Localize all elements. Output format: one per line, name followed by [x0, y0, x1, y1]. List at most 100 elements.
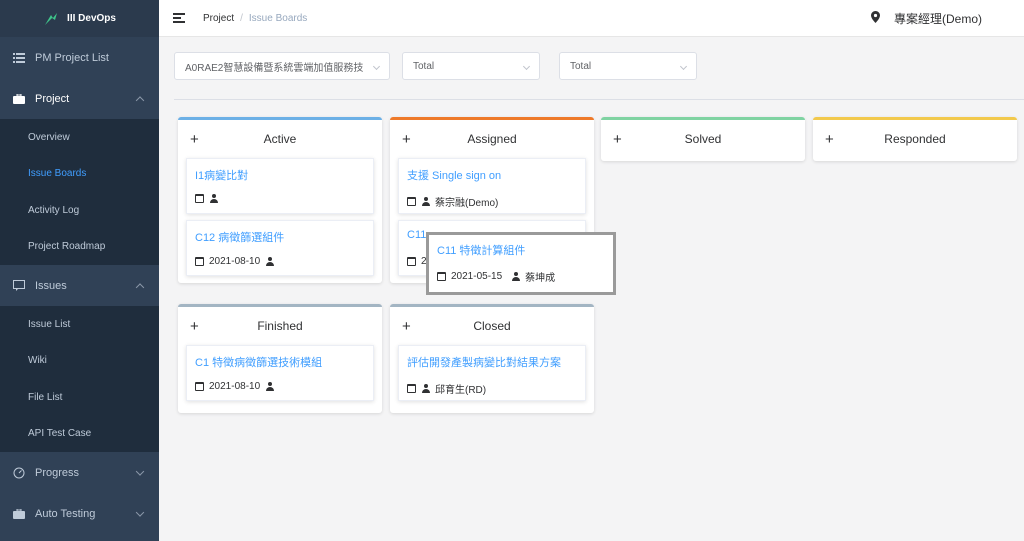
column-title: Assigned — [467, 132, 517, 146]
chevron-down-icon — [372, 62, 381, 71]
calendar-icon — [195, 194, 204, 203]
briefcase-icon — [13, 93, 25, 105]
user-icon — [265, 257, 274, 266]
add-issue-button[interactable]: + — [613, 132, 622, 147]
chevron-down-icon — [135, 507, 145, 517]
add-issue-button[interactable]: + — [402, 132, 411, 147]
column-header: + Closed — [390, 304, 594, 345]
sidebar-item-label: Auto Testing — [35, 507, 96, 520]
top-header: Project / Issue Boards 專案經理(Demo) — [159, 0, 1024, 37]
issue-title[interactable]: C1 特徵病徵篩選技術模組 — [195, 354, 365, 372]
assignee: 蔡坤成 — [525, 273, 556, 284]
breadcrumb-project[interactable]: Project — [203, 13, 234, 24]
sidebar-item-label: Issues — [35, 279, 67, 292]
issue-card[interactable]: C1 特徵病徵篩選技術模組 2021-08-10 — [186, 345, 374, 401]
board-column-finished: + Finished C1 特徵病徵篩選技術模組 2021-08-10 — [178, 304, 382, 413]
user-name[interactable]: 專案經理(Demo) — [894, 10, 982, 27]
board-column-active: + Active I1病變比對 C12 病徵篩選組件 2021-08-10 — [178, 117, 382, 283]
sidebar-item-pm-project-list[interactable]: PM Project List — [0, 37, 159, 78]
filter-bar: A0RAE2智慧設備暨系統雲端加值服務技 Total Total — [174, 52, 697, 80]
board-column-responded: + Responded — [813, 117, 1017, 161]
version-select[interactable]: Total — [402, 52, 540, 80]
chevron-up-icon — [135, 95, 145, 105]
calendar-icon — [407, 384, 416, 393]
version-select-value: Total — [413, 60, 435, 72]
add-issue-button[interactable]: + — [825, 132, 834, 147]
sidebar-item-issues[interactable]: Issues — [0, 265, 159, 306]
issue-title[interactable]: I1病變比對 — [195, 167, 365, 185]
user-icon — [265, 382, 274, 391]
project-select-value: A0RAE2智慧設備暨系統雲端加值服務技 — [185, 62, 364, 74]
project-select[interactable]: A0RAE2智慧設備暨系統雲端加值服務技 — [174, 52, 390, 80]
calendar-icon — [195, 382, 204, 391]
issue-title[interactable]: C11 特徵計算組件 — [437, 242, 605, 258]
group-select[interactable]: Total — [559, 52, 697, 80]
column-header: + Finished — [178, 304, 382, 345]
divider — [174, 99, 1024, 100]
column-title: Solved — [684, 132, 722, 146]
user-icon — [421, 197, 430, 206]
column-header: + Active — [178, 117, 382, 158]
sidebar-item-label: Progress — [35, 466, 80, 479]
app-logo[interactable]: III DevOps — [0, 0, 159, 37]
chevron-up-icon — [135, 282, 145, 292]
column-header: + Assigned — [390, 117, 594, 158]
sidebar-item-label: PM Project List — [35, 51, 109, 64]
issue-title[interactable]: C12 病徵篩選組件 — [195, 229, 365, 247]
column-header: + Solved — [601, 117, 805, 158]
calendar-icon — [407, 197, 416, 206]
add-issue-button[interactable]: + — [190, 132, 199, 147]
add-issue-button[interactable]: + — [190, 319, 199, 334]
issue-card[interactable]: 評估開發產製病變比對結果方案 邱育生(RD) — [398, 345, 586, 401]
chevron-down-icon — [522, 62, 531, 71]
chevron-down-icon — [135, 466, 145, 476]
sidebar-item-project[interactable]: Project — [0, 78, 159, 119]
sidebar: III DevOps PM Project List Project Overv… — [0, 0, 159, 541]
board-column-solved: + Solved — [601, 117, 805, 161]
sidebar-item-overview[interactable]: Overview — [0, 119, 159, 156]
dragging-issue-card[interactable]: C11 特徵計算組件 2021-05-15 蔡坤成 — [426, 232, 616, 295]
issue-card[interactable]: C12 病徵篩選組件 2021-08-10 — [186, 220, 374, 276]
breadcrumb: Project / Issue Boards — [203, 13, 307, 24]
logo-icon — [43, 11, 59, 27]
sidebar-item-issue-boards[interactable]: Issue Boards — [0, 156, 159, 193]
user-menu[interactable]: 專案經理(Demo) — [870, 0, 1010, 37]
due-date: 2021-08-10 — [209, 256, 261, 267]
issues-icon — [13, 280, 25, 292]
app-name: III DevOps — [67, 13, 116, 24]
due-date: 2021-08-10 — [209, 381, 261, 392]
list-icon — [13, 52, 25, 64]
issue-card[interactable]: 支援 Single sign on 蔡宗融(Demo) — [398, 158, 586, 214]
calendar-icon — [195, 257, 204, 266]
user-icon — [421, 384, 430, 393]
sidebar-item-project-roadmap[interactable]: Project Roadmap — [0, 229, 159, 266]
location-pin-icon — [870, 11, 880, 26]
sidebar-item-auto-testing[interactable]: Auto Testing — [0, 493, 159, 534]
sidebar-item-api-test-case[interactable]: API Test Case — [0, 416, 159, 453]
column-title: Closed — [473, 319, 511, 333]
issue-card[interactable]: I1病變比對 — [186, 158, 374, 214]
column-title: Finished — [257, 319, 303, 333]
calendar-icon — [407, 257, 416, 266]
issue-title[interactable]: 支援 Single sign on — [407, 167, 577, 185]
user-icon — [511, 272, 520, 281]
due-date: 2021-05-15 — [451, 271, 503, 282]
project-submenu: Overview Issue Boards Activity Log Proje… — [0, 119, 159, 265]
issue-title[interactable]: 評估開發產製病變比對結果方案 — [407, 354, 577, 372]
sidebar-item-progress[interactable]: Progress — [0, 452, 159, 493]
add-issue-button[interactable]: + — [402, 319, 411, 334]
sidebar-item-file-list[interactable]: File List — [0, 379, 159, 416]
sidebar-item-issue-list[interactable]: Issue List — [0, 306, 159, 343]
group-select-value: Total — [570, 60, 592, 72]
board-column-closed: + Closed 評估開發產製病變比對結果方案 邱育生(RD) — [390, 304, 594, 413]
issues-submenu: Issue List Wiki File List API Test Case — [0, 306, 159, 452]
sidebar-item-label: Project — [35, 92, 70, 105]
column-title: Active — [263, 132, 297, 146]
breadcrumb-separator: / — [240, 12, 243, 24]
sidebar-item-activity-log[interactable]: Activity Log — [0, 192, 159, 229]
assignee: 蔡宗融(Demo) — [435, 198, 499, 209]
hamburger-icon[interactable] — [173, 13, 185, 23]
briefcase-icon — [13, 508, 25, 520]
breadcrumb-current: Issue Boards — [248, 12, 308, 24]
sidebar-item-wiki[interactable]: Wiki — [0, 343, 159, 380]
